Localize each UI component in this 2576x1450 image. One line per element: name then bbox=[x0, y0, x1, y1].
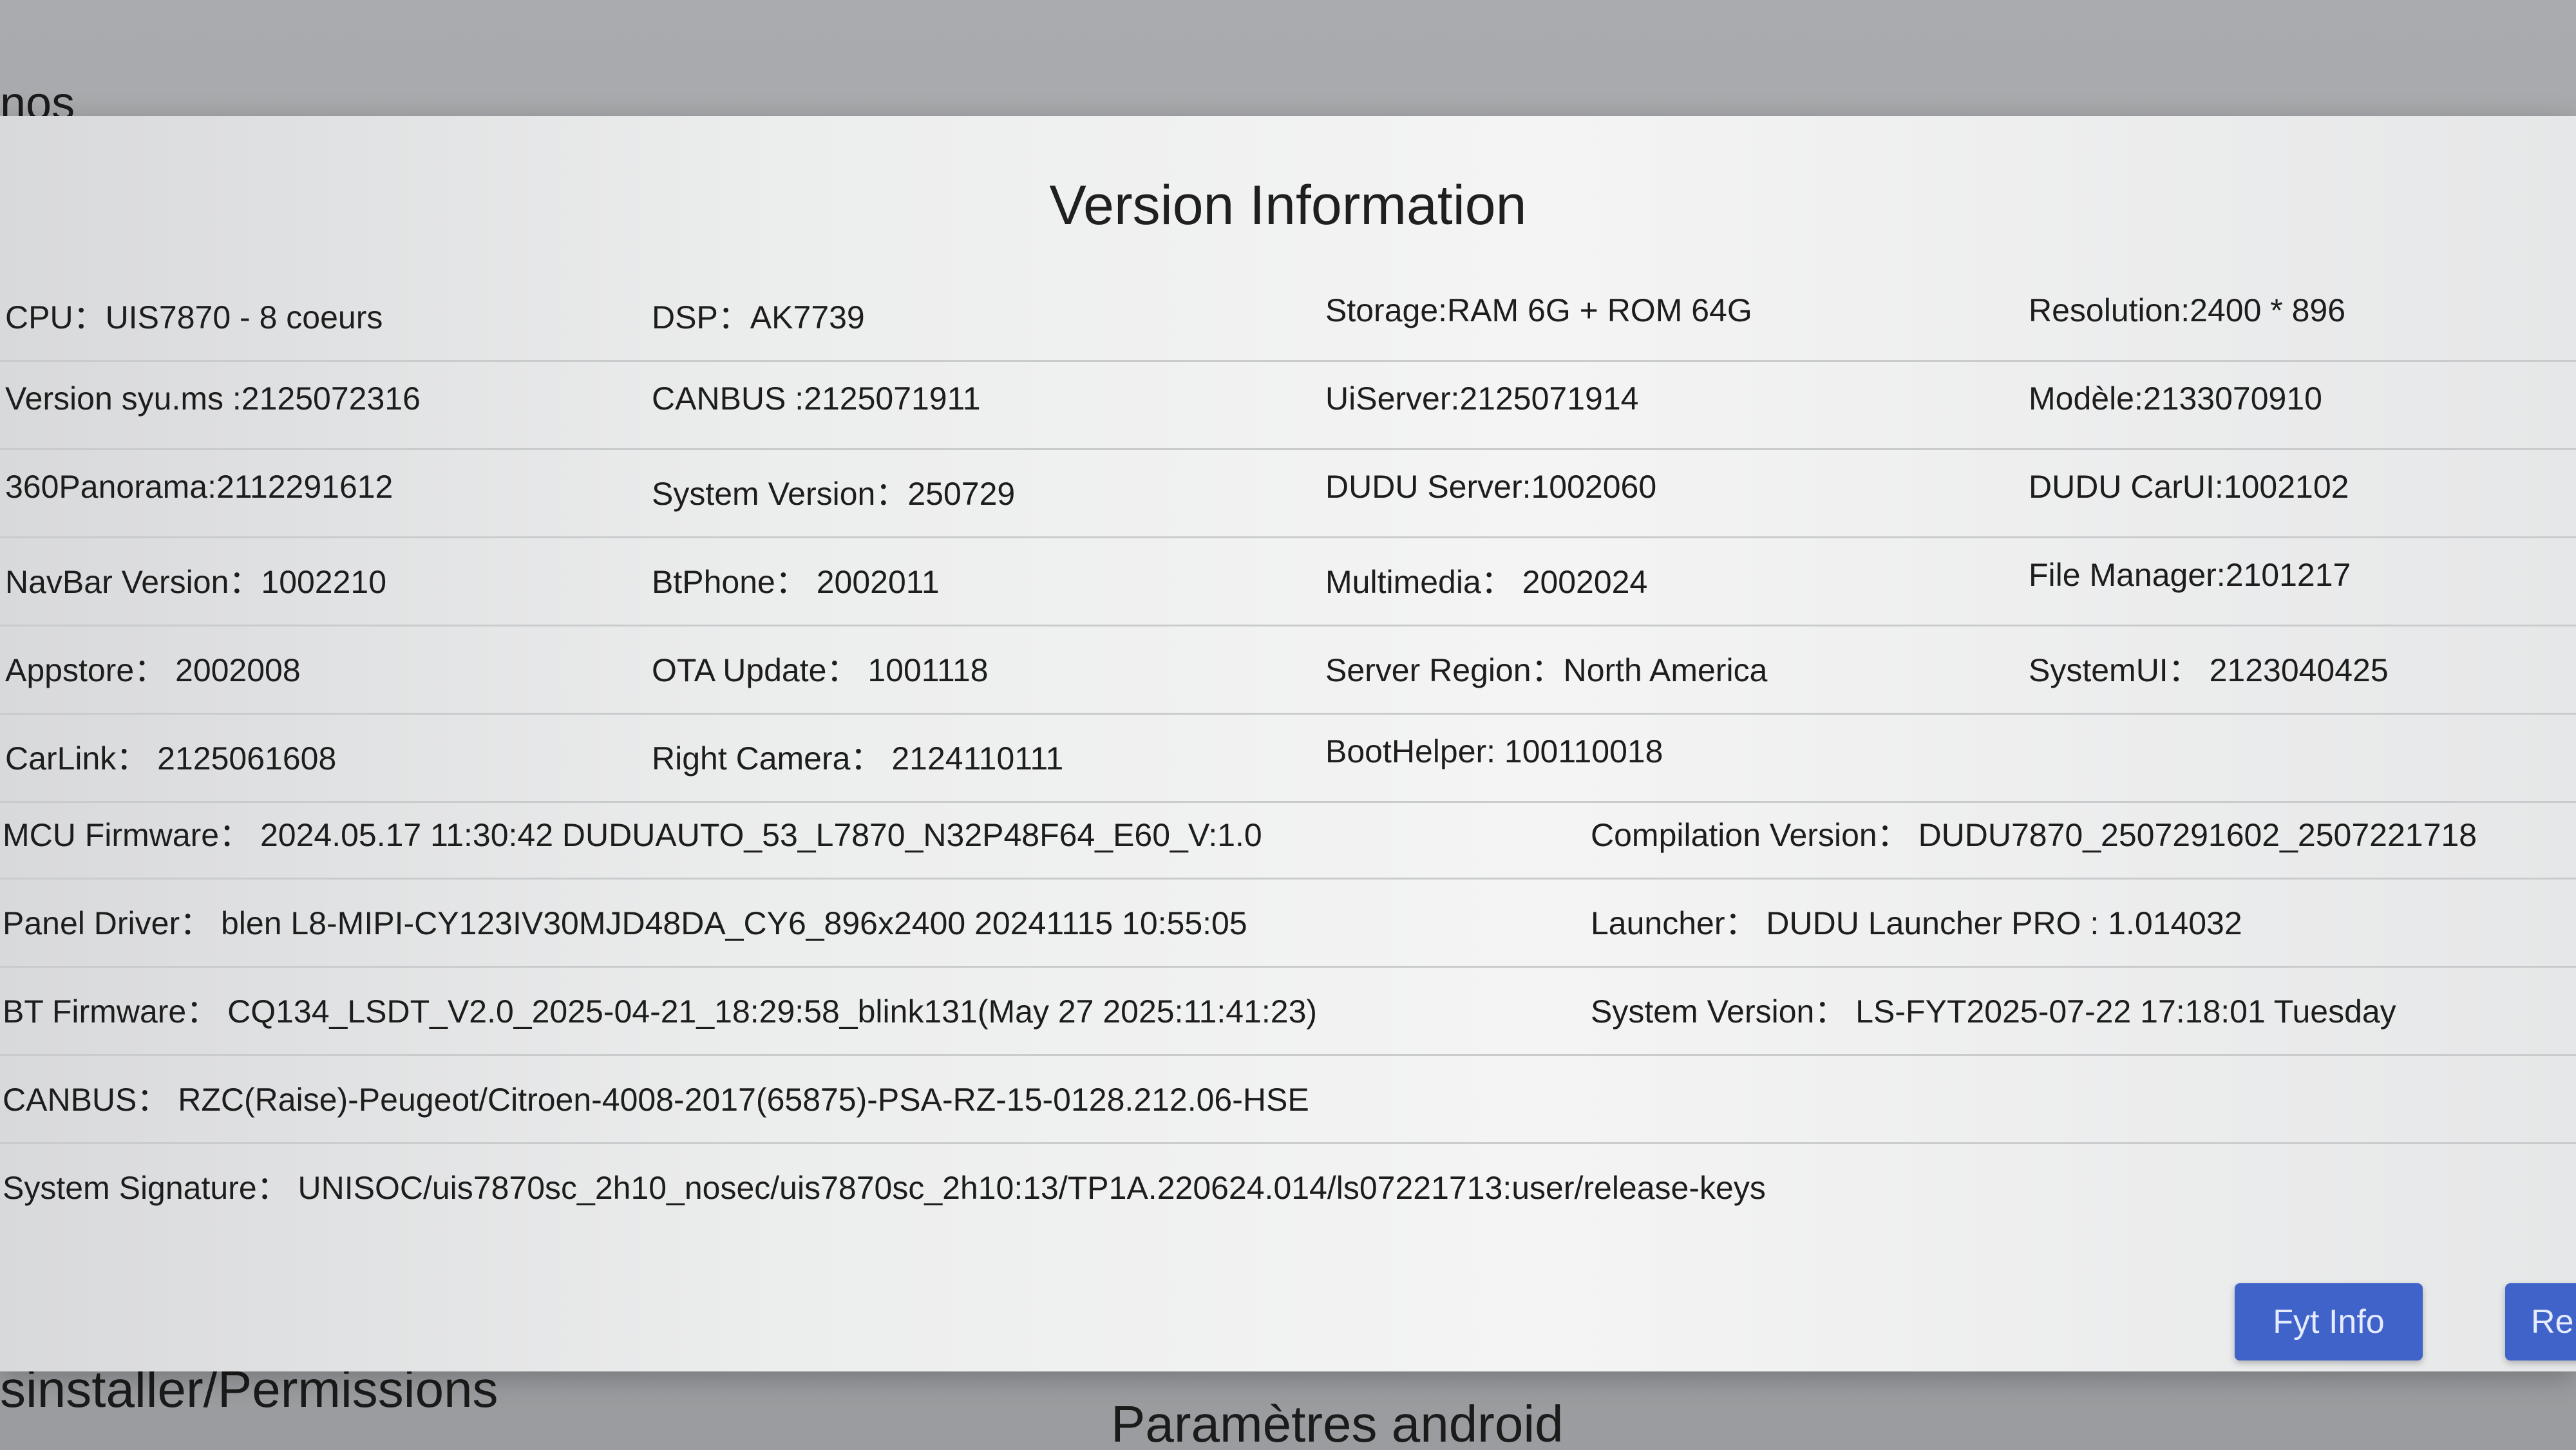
info-row: Version syu.ms :2125072316 CANBUS :21250… bbox=[0, 362, 2576, 450]
info-right-camera: Right Camera： 2124110111 bbox=[652, 740, 1064, 777]
info-dudu-server: DUDU Server:1002060 bbox=[1325, 469, 1657, 505]
info-multimedia: Multimedia： 2002024 bbox=[1325, 564, 1648, 600]
dialog-title: Version Information bbox=[1049, 174, 1527, 236]
info-row: CPU：UIS7870 - 8 coeurs DSP：AK7739 Storag… bbox=[0, 274, 2576, 362]
info-360-panorama: 360Panorama:2112291612 bbox=[5, 469, 393, 505]
version-grid: CPU：UIS7870 - 8 coeurs DSP：AK7739 Storag… bbox=[0, 274, 2576, 803]
info-row: CANBUS： RZC(Raise)-Peugeot/Citroen-4008-… bbox=[0, 1056, 2576, 1144]
settings-item-android-settings[interactable]: Paramètres android bbox=[1111, 1395, 1564, 1450]
info-file-manager: File Manager:2101217 bbox=[2029, 557, 2351, 593]
info-dudu-carui: DUDU CarUI:1002102 bbox=[2029, 469, 2349, 505]
info-dsp: DSP：AK7739 bbox=[652, 299, 865, 335]
info-row: CarLink： 2125061608 Right Camera： 212411… bbox=[0, 715, 2576, 803]
info-row: MCU Firmware： 2024.05.17 11:30:42 DUDUAU… bbox=[0, 791, 2576, 880]
info-canbus-full: CANBUS： RZC(Raise)-Peugeot/Citroen-4008-… bbox=[3, 1082, 1309, 1118]
firmware-grid: MCU Firmware： 2024.05.17 11:30:42 DUDUAU… bbox=[0, 791, 2576, 1230]
info-row: NavBar Version：1002210 BtPhone： 2002011 … bbox=[0, 538, 2576, 626]
info-row: Panel Driver： blen L8-MIPI-CY123IV30MJD4… bbox=[0, 880, 2576, 968]
fyt-info-button[interactable]: Fyt Info bbox=[2235, 1283, 2423, 1361]
info-canbus: CANBUS :2125071911 bbox=[652, 381, 981, 417]
info-system-signature: System Signature： UNISOC/uis7870sc_2h10_… bbox=[3, 1170, 1766, 1206]
info-mcu-firmware: MCU Firmware： 2024.05.17 11:30:42 DUDUAU… bbox=[3, 817, 1262, 853]
secondary-button[interactable]: Re bbox=[2505, 1283, 2576, 1361]
info-appstore: Appstore： 2002008 bbox=[5, 652, 301, 688]
version-info-dialog: Version Information CPU：UIS7870 - 8 coeu… bbox=[0, 116, 2576, 1371]
info-btphone: BtPhone： 2002011 bbox=[652, 564, 940, 600]
info-panel-driver: Panel Driver： blen L8-MIPI-CY123IV30MJD4… bbox=[3, 905, 1247, 941]
info-compilation-version: Compilation Version： DUDU7870_2507291602… bbox=[1591, 817, 2477, 853]
info-row: BT Firmware： CQ134_LSDT_V2.0_2025-04-21_… bbox=[0, 968, 2576, 1056]
info-systemui: SystemUI： 2123040425 bbox=[2029, 652, 2389, 688]
screen: nos sinstaller/Permissions Paramètres an… bbox=[0, 0, 2576, 1450]
info-row: Appstore： 2002008 OTA Update： 1001118 Se… bbox=[0, 626, 2576, 715]
info-ota-update: OTA Update： 1001118 bbox=[652, 652, 989, 688]
info-version-syu: Version syu.ms :2125072316 bbox=[5, 381, 421, 417]
info-system-version-full: System Version： LS-FYT2025-07-22 17:18:0… bbox=[1591, 993, 2396, 1030]
info-storage: Storage:RAM 6G + ROM 64G bbox=[1325, 292, 1752, 328]
info-bt-firmware: BT Firmware： CQ134_LSDT_V2.0_2025-04-21_… bbox=[3, 993, 1318, 1030]
info-server-region: Server Region：North America bbox=[1325, 652, 1768, 688]
info-system-version: System Version：250729 bbox=[652, 476, 1016, 512]
info-launcher: Launcher： DUDU Launcher PRO : 1.014032 bbox=[1591, 905, 2242, 941]
info-row: 360Panorama:2112291612 System Version：25… bbox=[0, 450, 2576, 538]
info-carlink: CarLink： 2125061608 bbox=[5, 740, 337, 777]
info-cpu: CPU：UIS7870 - 8 coeurs bbox=[5, 299, 383, 335]
info-model: Modèle:2133070910 bbox=[2029, 381, 2322, 417]
info-uiserver: UiServer:2125071914 bbox=[1325, 381, 1639, 417]
info-row: System Signature： UNISOC/uis7870sc_2h10_… bbox=[0, 1144, 2576, 1230]
info-resolution: Resolution:2400 * 896 bbox=[2029, 292, 2346, 328]
info-navbar-version: NavBar Version：1002210 bbox=[5, 564, 387, 600]
info-boothelper: BootHelper: 100110018 bbox=[1325, 733, 1663, 769]
